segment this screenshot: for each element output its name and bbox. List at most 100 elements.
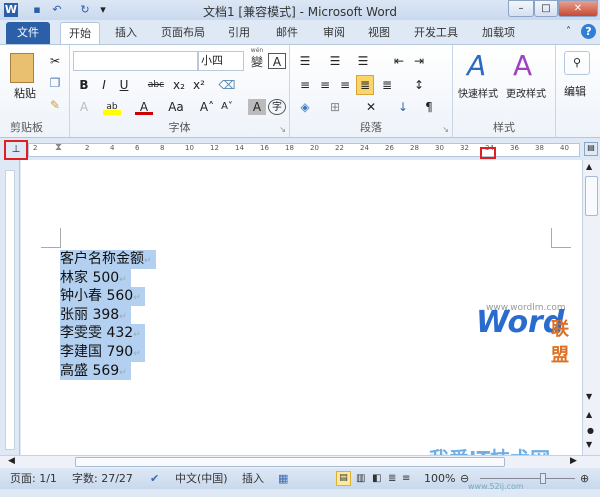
tab-addins[interactable]: 加载项 xyxy=(474,22,523,44)
font-size-select[interactable]: 小四 xyxy=(198,51,244,71)
shrink-font-button[interactable]: A˅ xyxy=(218,99,236,115)
cut-icon[interactable]: ✂ xyxy=(46,53,64,69)
phonetic-guide-icon[interactable]: 變 xyxy=(248,54,266,70)
proofing-icon[interactable]: ✔ xyxy=(150,468,159,489)
tab-selector-button[interactable]: ⊥ xyxy=(4,140,28,160)
justify-icon[interactable]: ≣ xyxy=(356,75,374,95)
insert-mode[interactable]: 插入 xyxy=(242,468,264,489)
paste-icon[interactable] xyxy=(10,53,34,83)
document-line[interactable]: 钟小春 560↵ xyxy=(60,287,145,306)
tab-developer[interactable]: 开发工具 xyxy=(406,22,466,44)
macro-icon[interactable]: ▦ xyxy=(278,468,288,489)
tab-references[interactable]: 引用 xyxy=(220,22,258,44)
minimize-button[interactable]: – xyxy=(508,0,534,17)
bullets-icon[interactable]: ☰ xyxy=(296,53,314,69)
paragraph-dialog-launcher-icon[interactable]: ↘ xyxy=(442,125,449,134)
copy-icon[interactable]: ❐ xyxy=(46,75,64,91)
indent-marker-icon[interactable]: ⧗ xyxy=(55,142,65,158)
close-button[interactable]: ✕ xyxy=(558,0,598,17)
zoom-in-icon[interactable]: ⊕ xyxy=(580,468,589,489)
highlight-icon[interactable]: ab xyxy=(103,99,121,115)
horizontal-scrollbar[interactable]: ◀ ▶ xyxy=(0,455,600,468)
page-count[interactable]: 页面: 1/1 xyxy=(10,468,57,489)
word-count[interactable]: 字数: 27/27 xyxy=(72,468,133,489)
document-line[interactable]: 李雯雯 432↵ xyxy=(60,324,145,343)
font-color-button[interactable]: A xyxy=(135,99,153,115)
scroll-left-icon[interactable]: ◀ xyxy=(8,456,15,466)
language-indicator[interactable]: 中文(中国) xyxy=(175,468,228,489)
zoom-slider-thumb[interactable] xyxy=(540,473,546,484)
change-case-button[interactable]: Aa xyxy=(165,99,187,115)
document-line[interactable]: 张丽 398↵ xyxy=(60,305,131,325)
chinese-layout-icon[interactable]: ✕ xyxy=(362,99,380,115)
decrease-indent-icon[interactable]: ⇤ xyxy=(390,53,408,69)
draft-view-icon[interactable]: ≡ xyxy=(402,468,410,489)
numbering-icon[interactable]: ☰ xyxy=(326,53,344,69)
underline-button[interactable]: U xyxy=(115,77,133,93)
superscript-button[interactable]: x² xyxy=(190,77,208,93)
quick-styles-icon[interactable]: A xyxy=(467,49,486,82)
tab-stop-marker-highlight[interactable] xyxy=(480,147,496,159)
previous-page-icon[interactable]: ▲ xyxy=(586,410,592,419)
borders-icon[interactable]: ⊞ xyxy=(326,99,344,115)
bold-button[interactable]: B xyxy=(75,77,93,93)
zoom-level[interactable]: 100% xyxy=(424,468,455,489)
align-right-icon[interactable]: ≡ xyxy=(336,77,354,93)
print-layout-view-icon[interactable]: ▤ xyxy=(336,471,351,486)
view-ruler-icon[interactable]: ▤ xyxy=(584,142,598,156)
tab-insert[interactable]: 插入 xyxy=(107,22,145,44)
show-marks-icon[interactable]: ¶ xyxy=(420,99,438,115)
outline-view-icon[interactable]: ≣ xyxy=(388,468,396,489)
minimize-ribbon-icon[interactable]: ˄ xyxy=(566,26,571,37)
tab-page-layout[interactable]: 页面布局 xyxy=(153,22,213,44)
enclose-chars-button[interactable]: 字 xyxy=(268,99,286,115)
change-styles-button[interactable]: 更改样式 xyxy=(506,85,546,100)
document-line[interactable]: 林家 500↵ xyxy=(60,268,131,288)
align-center-icon[interactable]: ≡ xyxy=(316,77,334,93)
char-border-button[interactable]: A xyxy=(268,53,286,69)
paste-button[interactable]: 粘贴 xyxy=(14,85,36,101)
next-page-icon[interactable]: ▼ xyxy=(586,440,592,449)
vertical-scrollbar[interactable]: ▲ ▼ ▲ ● ▼ xyxy=(582,160,600,455)
browse-object-icon[interactable]: ● xyxy=(587,426,594,435)
font-dialog-launcher-icon[interactable]: ↘ xyxy=(279,125,286,134)
editing-button[interactable]: 编辑 xyxy=(564,83,586,99)
tab-home[interactable]: 开始 xyxy=(60,22,100,44)
full-screen-reading-icon[interactable]: ▥ xyxy=(356,468,365,489)
horizontal-ruler[interactable]: ⊥ ⧗ 2 2 4 6 8 10 12 14 16 18 20 22 24 26 28 30 32 34 36 38 4… xyxy=(0,140,600,160)
distributed-icon[interactable]: ≣ xyxy=(378,77,396,93)
change-styles-icon[interactable]: A xyxy=(513,49,532,82)
font-name-select[interactable] xyxy=(73,51,198,71)
grow-font-button[interactable]: A˄ xyxy=(198,99,216,115)
maximize-button[interactable]: □ xyxy=(534,0,558,17)
horizontal-scroll-thumb[interactable] xyxy=(75,457,505,467)
multilevel-list-icon[interactable]: ☰ xyxy=(354,53,372,69)
shading-icon[interactable]: ◈ xyxy=(296,99,314,115)
quick-styles-button[interactable]: 快速样式 xyxy=(458,85,498,100)
scroll-up-icon[interactable]: ▲ xyxy=(586,162,592,171)
document-line[interactable]: 李建国 790↵ xyxy=(60,343,145,362)
find-icon[interactable]: ⚲ xyxy=(564,51,590,75)
tab-view[interactable]: 视图 xyxy=(360,22,398,44)
scroll-thumb[interactable] xyxy=(585,176,598,216)
increase-indent-icon[interactable]: ⇥ xyxy=(410,53,428,69)
subscript-button[interactable]: x₂ xyxy=(170,77,188,93)
clear-formatting-icon[interactable]: ⌫ xyxy=(218,77,236,93)
italic-button[interactable]: I xyxy=(95,77,113,93)
scroll-right-icon[interactable]: ▶ xyxy=(570,456,577,466)
tab-review[interactable]: 审阅 xyxy=(315,22,353,44)
format-painter-icon[interactable]: ✎ xyxy=(46,97,64,113)
document-line[interactable]: 高盛 569↵ xyxy=(60,361,131,381)
text-effects-icon[interactable]: A xyxy=(75,99,93,115)
help-icon[interactable]: ? xyxy=(581,24,596,39)
web-layout-icon[interactable]: ◧ xyxy=(372,468,381,489)
tab-file[interactable]: 文件 xyxy=(6,22,50,44)
document-line[interactable]: 客户名称金额↵ xyxy=(60,250,156,269)
scroll-down-icon[interactable]: ▼ xyxy=(586,392,592,401)
line-spacing-icon[interactable]: ↕ xyxy=(410,77,428,93)
char-shading-button[interactable]: A xyxy=(248,99,266,115)
tab-mailings[interactable]: 邮件 xyxy=(268,22,306,44)
strikethrough-button[interactable]: abc xyxy=(145,77,167,93)
sort-icon[interactable]: ↓ xyxy=(394,99,412,115)
align-left-icon[interactable]: ≡ xyxy=(296,77,314,93)
